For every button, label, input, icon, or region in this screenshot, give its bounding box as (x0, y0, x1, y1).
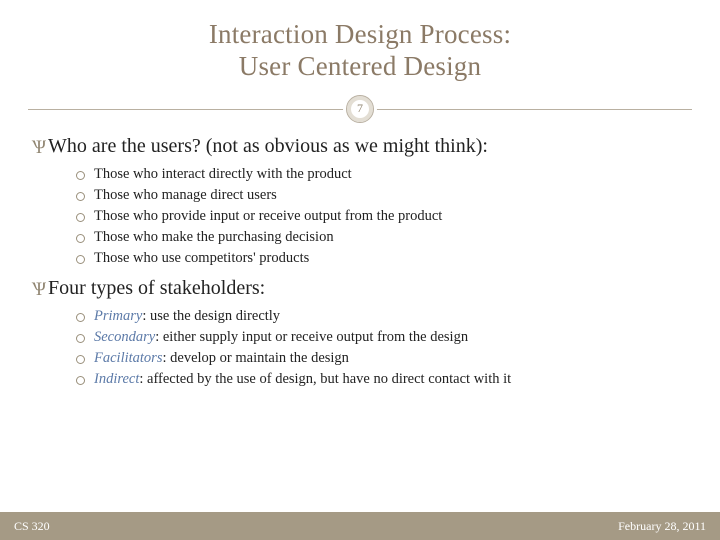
list-item-text: Those who make the purchasing decision (94, 227, 334, 248)
ring-bullet-icon (76, 355, 85, 364)
ring-bullet-icon (76, 213, 85, 222)
list-item: Those who provide input or receive outpu… (76, 206, 688, 227)
slide-content: Ѱ Who are the users? (not as obvious as … (28, 135, 692, 390)
bullet-swirl-icon: Ѱ (32, 137, 46, 159)
section-list: Those who interact directly with the pro… (76, 164, 688, 269)
title-separator: 7 (28, 91, 692, 127)
list-item: Those who use competitors' products (76, 248, 688, 269)
ring-bullet-icon (76, 234, 85, 243)
list-item-text: : affected by the use of design, but hav… (139, 371, 511, 387)
slide-title: Interaction Design Process: User Centere… (28, 18, 692, 83)
section-heading: Ѱ Who are the users? (not as obvious as … (32, 135, 688, 158)
list-item: Those who make the purchasing decision (76, 227, 688, 248)
list-item: Those who interact directly with the pro… (76, 164, 688, 185)
section-heading-text: Who are the users? (not as obvious as we… (48, 135, 488, 158)
list-item-text: : develop or maintain the design (162, 350, 348, 366)
list-item-em: Secondary (94, 329, 155, 345)
list-item-text: : use the design directly (142, 308, 280, 324)
list-item-em: Facilitators (94, 350, 162, 366)
bullet-swirl-icon: Ѱ (32, 279, 46, 301)
slide-number: 7 (357, 101, 363, 116)
footer-left: CS 320 (14, 519, 50, 534)
ring-bullet-icon (76, 313, 85, 322)
list-item-text: Those who interact directly with the pro… (94, 164, 352, 185)
ring-bullet-icon (76, 192, 85, 201)
section-heading: Ѱ Four types of stakeholders: (32, 277, 688, 300)
ring-bullet-icon (76, 255, 85, 264)
slide-footer: CS 320 February 28, 2011 (0, 512, 720, 540)
list-item-text: : either supply input or receive output … (155, 329, 468, 345)
list-item: Facilitators: develop or maintain the de… (76, 348, 688, 369)
list-item-text: Those who manage direct users (94, 185, 277, 206)
ring-bullet-icon (76, 376, 85, 385)
section-list: Primary: use the design directly Seconda… (76, 306, 688, 390)
list-item-text: Those who use competitors' products (94, 248, 309, 269)
list-item-text: Those who provide input or receive outpu… (94, 206, 442, 227)
list-item: Secondary: either supply input or receiv… (76, 327, 688, 348)
title-line-1: Interaction Design Process: (209, 19, 511, 49)
list-item-em: Indirect (94, 371, 139, 387)
list-item: Indirect: affected by the use of design,… (76, 369, 688, 390)
list-item: Those who manage direct users (76, 185, 688, 206)
ring-bullet-icon (76, 171, 85, 180)
section-heading-text: Four types of stakeholders: (48, 277, 265, 300)
list-item-em: Primary (94, 308, 142, 324)
slide: Interaction Design Process: User Centere… (0, 0, 720, 540)
list-item: Primary: use the design directly (76, 306, 688, 327)
slide-number-badge: 7 (346, 95, 374, 123)
footer-right: February 28, 2011 (618, 519, 706, 534)
ring-bullet-icon (76, 334, 85, 343)
title-line-2: User Centered Design (239, 51, 481, 81)
